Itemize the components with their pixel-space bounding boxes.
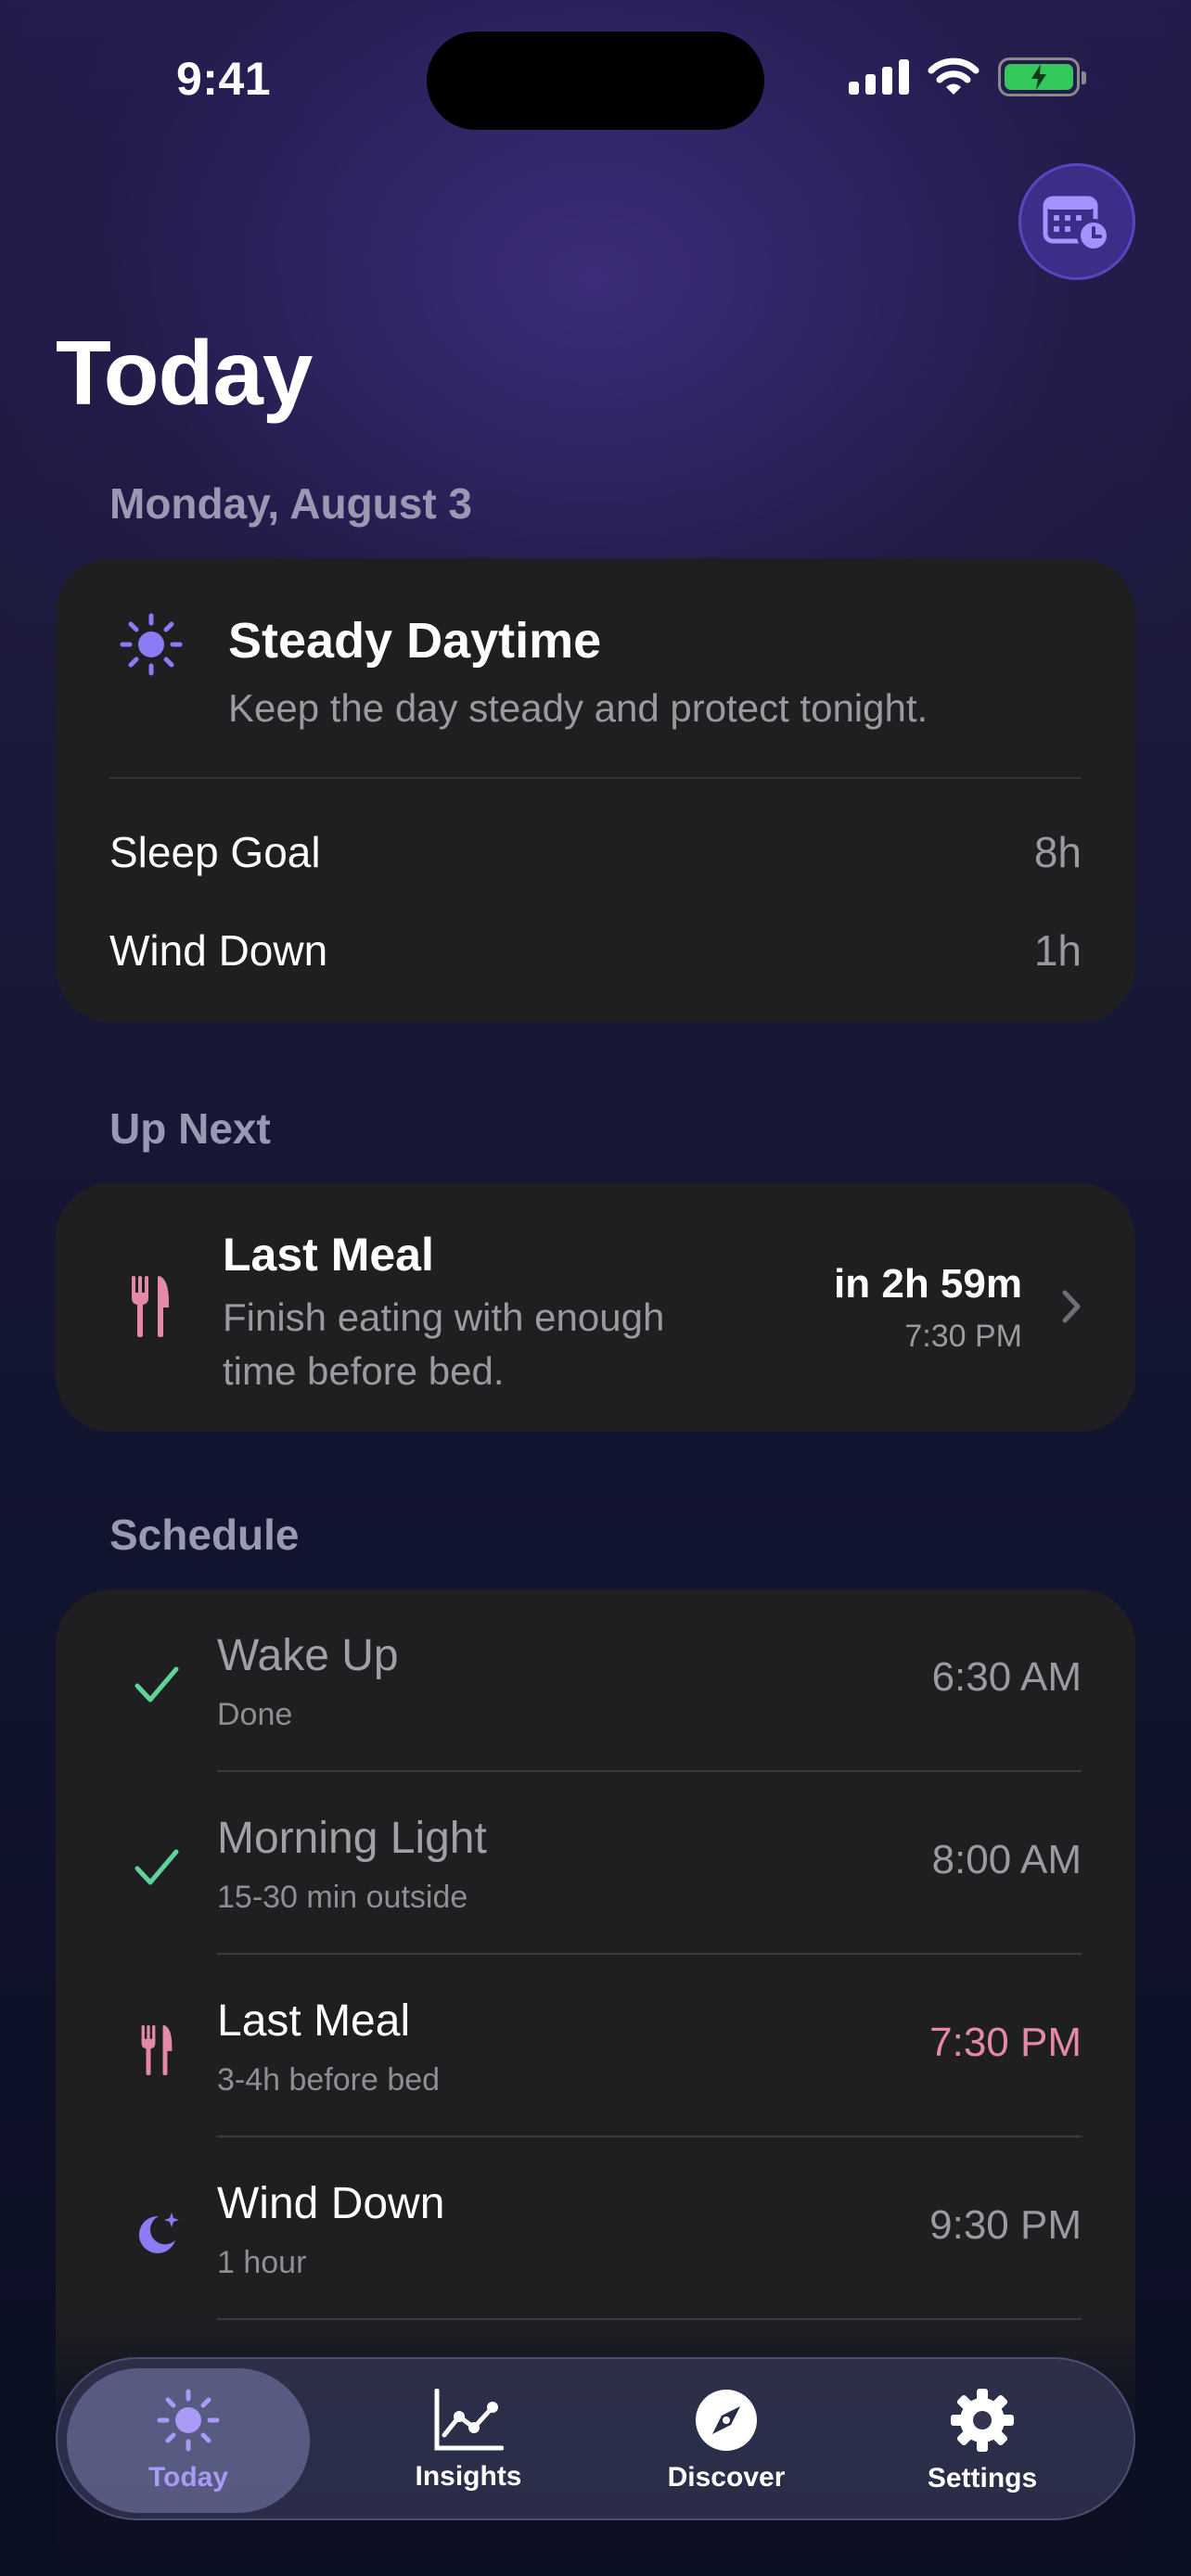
date-label: Monday, August 3 [109,479,472,528]
moon-icon [124,2200,189,2265]
up-next-label: Up Next [109,1104,271,1153]
schedule-item-subtitle: Done [217,1697,293,1732]
up-next-card[interactable]: Last Meal Finish eating with enough time… [56,1183,1135,1432]
schedule-item-title: Morning Light [217,1814,487,1863]
up-next-time: 7:30 PM [904,1319,1022,1354]
daytime-status-card[interactable]: Steady Daytime Keep the day steady and p… [56,558,1135,1022]
chevron-right-icon [1062,1290,1081,1323]
schedule-label: Schedule [109,1511,300,1559]
schedule-item-subtitle: 15-30 min outside [217,1880,468,1915]
sleep-goal-value: 8h [1033,828,1082,876]
up-next-title: Last Meal [223,1229,434,1281]
tab-label: Discover [667,2462,786,2493]
schedule-item-subtitle: 3-4h before bed [217,2062,441,2098]
schedule-item-title: Wake Up [217,1631,399,1680]
up-next-eta: in 2h 59m [834,1261,1022,1307]
sleep-goal-label: Sleep Goal [109,828,321,876]
cellular-signal-icon [849,59,909,95]
dynamic-island [427,32,764,130]
sun-icon [120,613,183,676]
calendar-schedule-button[interactable] [1018,163,1135,280]
tab-label: Today [147,2462,229,2493]
daytime-subtitle: Keep the day steady and protect tonight. [228,686,928,730]
schedule-item-title: Wind Down [217,2179,445,2228]
status-time: 9:41 [176,53,272,105]
chart-icon [434,2389,504,2451]
schedule-item-time: 6:30 AM [931,1654,1082,1700]
tab-today[interactable]: Today [67,2368,310,2513]
schedule-item-morning-light[interactable]: Morning Light 15-30 min outside 8:00 AM [56,1772,1135,1955]
tab-bar: Today Insights Discover Settings [56,2357,1135,2520]
calendar-clock-icon [1043,196,1110,252]
fork-knife-icon [132,1276,169,1337]
tab-label: Insights [415,2461,522,2492]
wind-down-value: 1h [1033,926,1082,975]
compass-icon [696,2390,757,2451]
schedule-item-time: 8:00 AM [931,1837,1082,1882]
schedule-item-subtitle: 1 hour [217,2245,307,2280]
check-icon [124,1835,189,1900]
tab-label: Settings [927,2463,1038,2493]
tab-insights[interactable]: Insights [347,2359,590,2522]
schedule-item-time: 9:30 PM [929,2202,1082,2248]
daytime-title: Steady Daytime [228,613,602,669]
wind-down-label: Wind Down [109,926,328,975]
page-title: Today [56,322,313,424]
schedule-item-time: 7:30 PM [929,2020,1082,2065]
schedule-item-wind-down[interactable]: Wind Down 1 hour 9:30 PM [56,2137,1135,2320]
tab-settings[interactable]: Settings [861,2359,1104,2522]
status-icons [849,57,1086,96]
divider [109,777,1082,779]
battery-icon [998,57,1086,96]
wifi-icon [928,57,980,95]
sun-icon [157,2389,220,2452]
schedule-item-wake-up[interactable]: Wake Up Done 6:30 AM [56,1589,1135,1772]
gear-icon [951,2389,1014,2452]
check-icon [124,1652,189,1717]
fork-knife-icon [124,2018,189,2083]
tab-discover[interactable]: Discover [605,2359,848,2522]
up-next-subtitle: Finish eating with enough time before be… [223,1295,665,1393]
schedule-item-title: Last Meal [217,1996,411,2046]
schedule-item-last-meal[interactable]: Last Meal 3-4h before bed 7:30 PM [56,1955,1135,2137]
